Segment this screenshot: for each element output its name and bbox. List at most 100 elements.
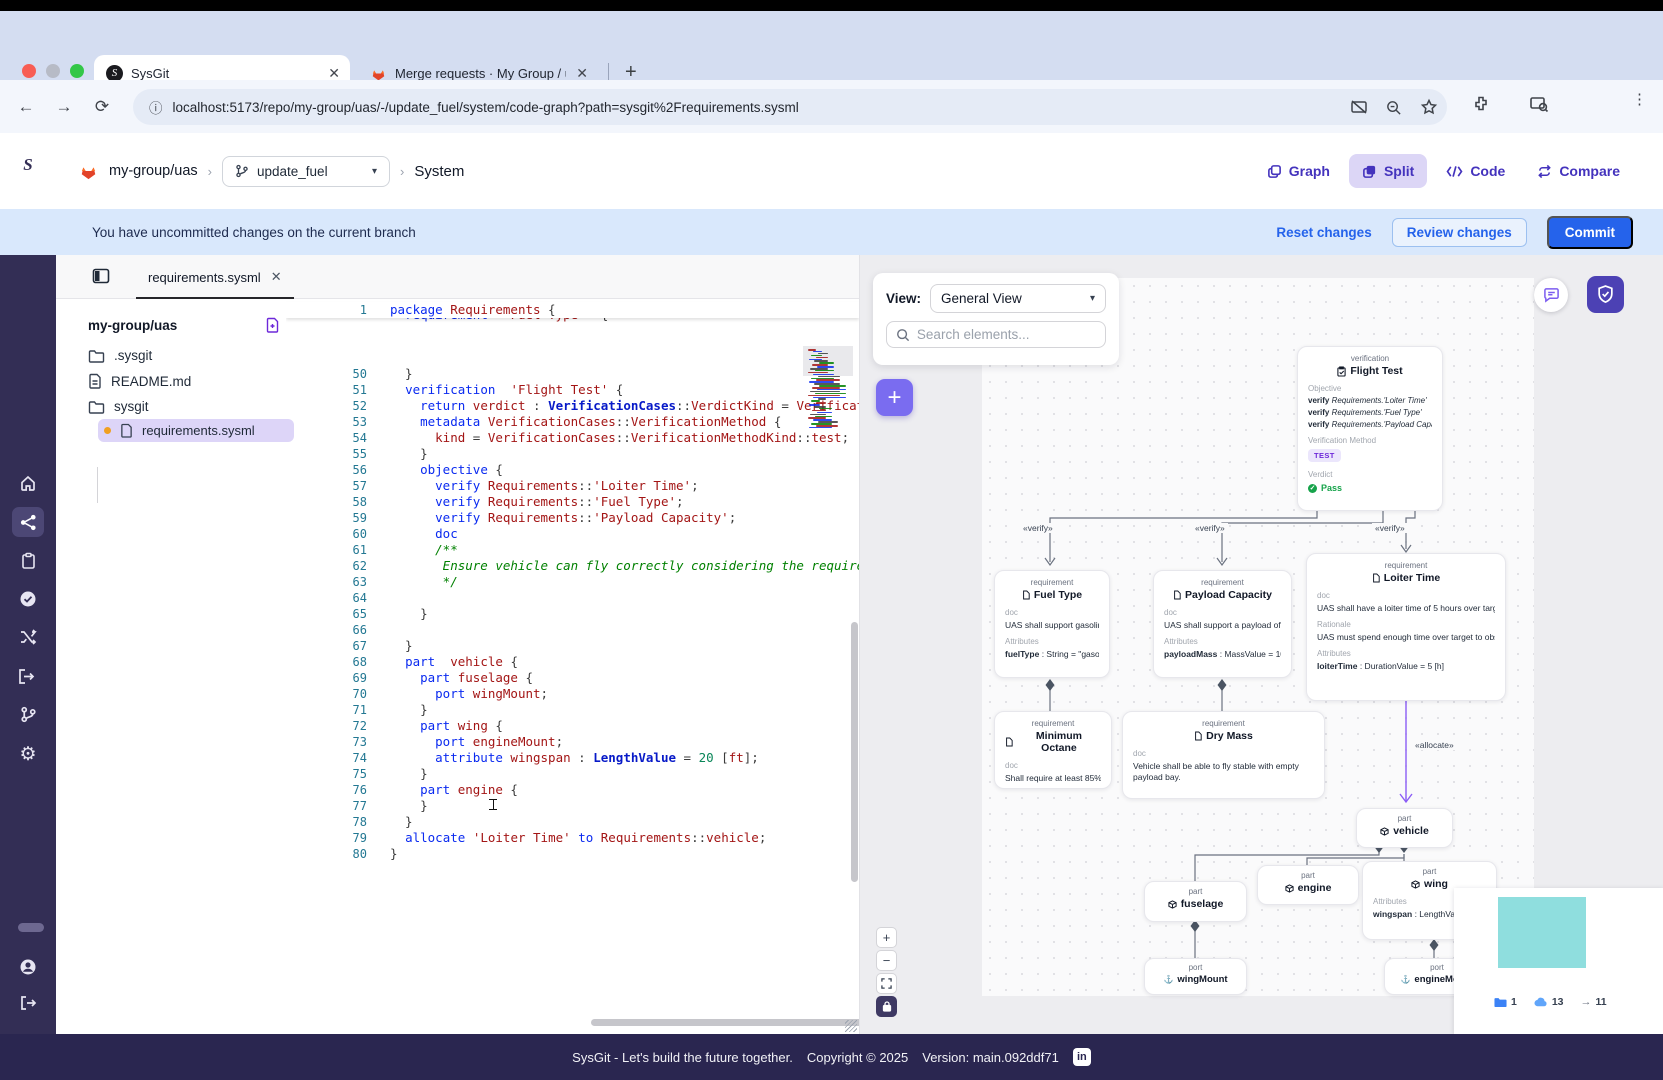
search-input[interactable]: [917, 327, 1096, 342]
review-changes-button[interactable]: Review changes: [1392, 218, 1527, 247]
diagram-panel[interactable]: «verify» «verify» «verify» «allocate» ve…: [859, 255, 1663, 1034]
add-element-button[interactable]: +: [876, 379, 913, 416]
import-icon[interactable]: [16, 664, 40, 688]
chat-bubble-icon: [1543, 287, 1560, 303]
node-payload-capacity[interactable]: requirement Payload Capacity doc UAS sha…: [1153, 570, 1292, 678]
reset-changes-button[interactable]: Reset changes: [1276, 225, 1371, 240]
file-tree: my-group/uas .sysgit README.md sysgit re…: [82, 299, 294, 442]
code-line: 58 verify Requirements::'Fuel Type';: [286, 494, 859, 510]
close-icon[interactable]: ✕: [271, 269, 282, 285]
breadcrumb-repo[interactable]: my-group/uas: [109, 163, 198, 179]
mac-close-button[interactable]: [22, 64, 36, 78]
url-text: localhost:5173/repo/my-group/uas/-/updat…: [173, 100, 799, 115]
tree-indent-guide: [97, 467, 98, 503]
resize-handle[interactable]: [845, 1020, 857, 1032]
split-view-button[interactable]: Split: [1349, 154, 1427, 188]
element-search[interactable]: [886, 321, 1106, 348]
tree-item-sysgit-folder[interactable]: sysgit: [82, 394, 294, 419]
tab-close-icon[interactable]: ✕: [328, 65, 340, 82]
comments-button[interactable]: [1534, 278, 1568, 312]
editor-tab-requirements[interactable]: requirements.sysml ✕: [134, 255, 296, 299]
clipboard-icon[interactable]: [16, 549, 40, 573]
code-line: requirement 'Fuel Type' {: [286, 318, 859, 323]
reload-icon[interactable]: ⟳: [90, 97, 114, 117]
tree-item-sysgit-hidden[interactable]: .sysgit: [82, 343, 294, 368]
tree-item-readme[interactable]: README.md: [82, 368, 294, 394]
footer-tagline: SysGit - Let's build the future together…: [572, 1050, 793, 1065]
section-label: Rationale: [1317, 620, 1495, 629]
section-label: Verdict: [1308, 470, 1432, 479]
fit-view-button[interactable]: [876, 973, 897, 994]
compare-view-button[interactable]: Compare: [1524, 154, 1633, 188]
branch-selector[interactable]: update_fuel ▾: [222, 156, 390, 187]
url-bar[interactable]: ⓘ localhost:5173/repo/my-group/uas/-/upd…: [133, 89, 1447, 125]
node-minimum-octane[interactable]: requirement Minimum Octane doc Shall req…: [994, 711, 1112, 789]
forward-icon[interactable]: →: [52, 97, 76, 117]
mac-minimize-button[interactable]: [46, 64, 60, 78]
screenshare-off-icon[interactable]: [1350, 98, 1368, 116]
gear-icon[interactable]: ⚙: [16, 742, 40, 766]
user-icon[interactable]: [16, 955, 40, 979]
tree-item-requirements-selected[interactable]: requirements.sysml: [98, 419, 294, 442]
verification-shield-button[interactable]: [1587, 276, 1624, 313]
node-flight-test[interactable]: verification Flight Test Objective verif…: [1297, 346, 1443, 511]
collapse-handle[interactable]: [18, 923, 44, 932]
node-loiter-time[interactable]: requirement Loiter Time doc UAS shall ha…: [1306, 553, 1506, 701]
lock-button[interactable]: [876, 996, 897, 1017]
node-wingmount-port[interactable]: port ⚓wingMount: [1144, 958, 1247, 995]
zoom-out-icon[interactable]: [1385, 99, 1402, 116]
graph-view-button[interactable]: Graph: [1254, 154, 1343, 188]
linkedin-icon[interactable]: in: [1073, 1048, 1091, 1066]
node-fuselage[interactable]: part fuselage: [1144, 881, 1247, 922]
stat-item: 1: [1494, 996, 1517, 1008]
editor-panel: requirements.sysml ✕ my-group/uas .sysgi…: [56, 255, 859, 1034]
info-icon[interactable]: ⓘ: [149, 97, 163, 117]
code-view-button[interactable]: Code: [1433, 154, 1518, 188]
zoom-out-button[interactable]: −: [876, 950, 897, 971]
code-line: 1package Requirements {: [286, 302, 859, 318]
code-line: 79 allocate 'Loiter Time' to Requirement…: [286, 830, 859, 846]
horizontal-scrollbar[interactable]: [591, 1019, 859, 1026]
file-icon: [88, 373, 102, 389]
minimap-bar: [809, 427, 832, 429]
node-dry-mass[interactable]: requirement Dry Mass doc Vehicle shall b…: [1122, 711, 1325, 799]
device-search-icon[interactable]: [1529, 94, 1550, 114]
extensions-icon[interactable]: [1471, 94, 1491, 114]
code-editor[interactable]: 1package Requirements { requirement 'Fue…: [286, 299, 859, 1034]
doc-text: Vehicle shall be able to fly stable with…: [1133, 761, 1314, 783]
diagram-minimap[interactable]: 1 13 →11: [1454, 888, 1663, 1034]
code-minimap[interactable]: [805, 346, 851, 436]
check-circle-icon[interactable]: [16, 587, 40, 611]
tab-close-icon[interactable]: ✕: [576, 65, 588, 82]
screen: S SysGit ✕ Merge requests · My Group / u…: [0, 0, 1663, 1080]
shuffle-icon[interactable]: [16, 625, 40, 649]
stat-value: 1: [1511, 996, 1517, 1008]
mac-zoom-button[interactable]: [70, 64, 84, 78]
port-anchor-icon: ⚓: [1163, 975, 1173, 984]
arrow-icon: →: [1581, 996, 1592, 1008]
code-graph-icon[interactable]: [12, 507, 44, 537]
bookmark-star-icon[interactable]: [1420, 98, 1438, 116]
node-fuel-type[interactable]: requirement Fuel Type doc UAS shall supp…: [994, 570, 1110, 678]
branch-icon[interactable]: [16, 702, 40, 726]
node-vehicle[interactable]: part vehicle: [1356, 808, 1453, 848]
back-icon[interactable]: ←: [14, 97, 38, 117]
new-file-icon[interactable]: [265, 317, 280, 333]
app-footer: SysGit - Let's build the future together…: [0, 1034, 1663, 1080]
kebab-menu-icon[interactable]: ⋮: [1632, 90, 1647, 108]
node-engine[interactable]: part engine: [1257, 865, 1359, 905]
repo-name: my-group/uas: [88, 318, 177, 333]
vertical-scrollbar[interactable]: [851, 622, 858, 882]
minimap-viewport[interactable]: [1498, 897, 1586, 968]
view-select[interactable]: General View ▾: [930, 284, 1106, 313]
compare-view-label: Compare: [1559, 163, 1620, 179]
sidebar-toggle-icon[interactable]: [92, 268, 110, 284]
home-icon[interactable]: [16, 471, 40, 495]
zoom-in-button[interactable]: +: [876, 927, 897, 948]
node-kind: part: [1155, 887, 1236, 896]
code-line: 65 }: [286, 606, 859, 622]
node-name: Dry Mass: [1206, 730, 1253, 742]
logout-icon[interactable]: [16, 991, 40, 1015]
commit-button[interactable]: Commit: [1547, 216, 1633, 249]
node-kind: requirement: [1005, 719, 1101, 728]
